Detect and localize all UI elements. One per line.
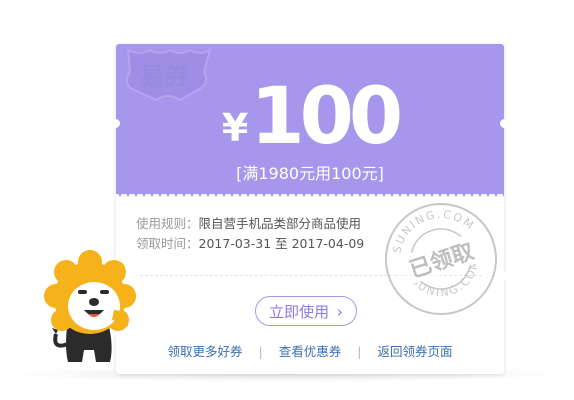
chevron-right-icon: › (336, 303, 343, 321)
time-label: 领取时间： (136, 236, 199, 251)
right-notch (500, 119, 509, 128)
amount-row: ¥100 (116, 74, 504, 160)
coupon-amount: 100 (250, 72, 403, 162)
link-separator: | (258, 344, 263, 359)
lion-mascot-icon (44, 250, 136, 362)
currency-symbol: ¥ (221, 106, 249, 150)
left-notch (111, 119, 120, 128)
coupon-condition: [满1980元用100元] (236, 164, 384, 183)
right-notch-bottom (500, 271, 509, 280)
coupon-rules: 使用规则：限自营手机品类部分商品使用 领取时间：2017-03-31 至 201… (136, 214, 364, 254)
zigzag-edge (116, 190, 504, 197)
link-back-to-coupon-page[interactable]: 返回领券页面 (377, 344, 452, 359)
use-now-label: 立即使用 (269, 303, 330, 321)
rules-row: 使用规则：限自营手机品类部分商品使用 (136, 214, 364, 234)
link-separator: | (357, 344, 362, 359)
time-value: 2017-03-31 至 2017-04-09 (198, 236, 365, 251)
rules-label: 使用规则： (136, 216, 199, 231)
link-more-coupons[interactable]: 领取更多好券 (168, 344, 243, 359)
claimed-stamp: SUNING.COM SUNING.COM 已领取 (382, 200, 497, 315)
time-row: 领取时间：2017-03-31 至 2017-04-09 (136, 234, 364, 254)
link-view-coupons[interactable]: 查看优惠券 (279, 344, 342, 359)
rules-value: 限自营手机品类部分商品使用 (198, 216, 362, 231)
footer-links: 领取更多好券 | 查看优惠券 | 返回领券页面 (116, 341, 504, 360)
use-now-button[interactable]: 立即使用 › (255, 296, 357, 326)
coupon-header: 易券 ¥100 [满1980元用100元] (116, 44, 504, 194)
